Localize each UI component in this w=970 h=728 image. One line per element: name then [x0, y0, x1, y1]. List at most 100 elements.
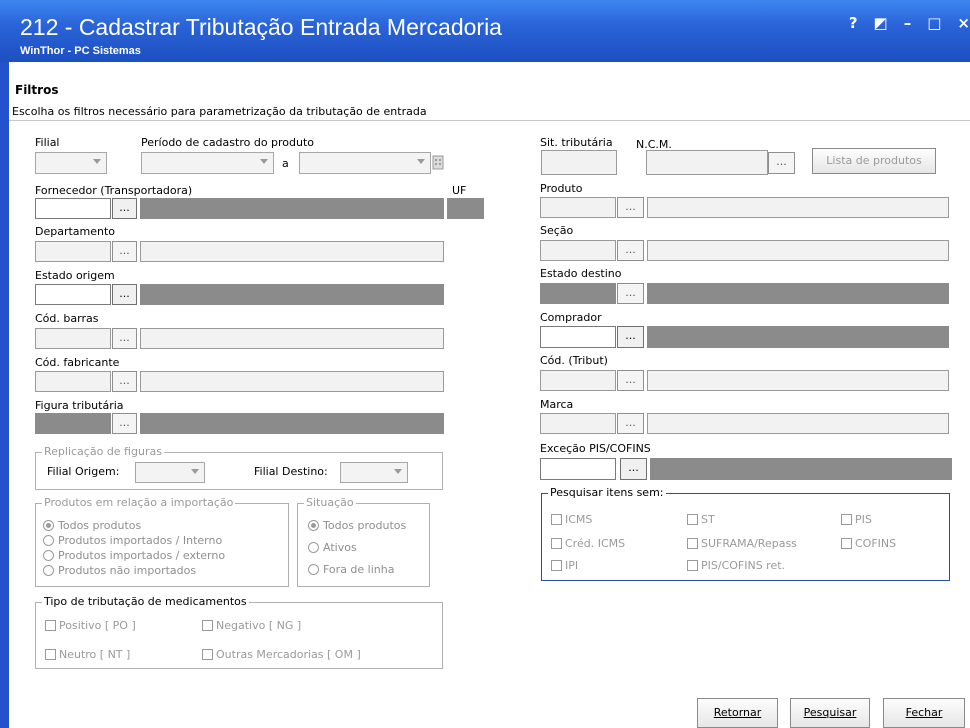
main-content: Filtros Escolha os filtros necessário pa…	[9, 62, 970, 728]
checkbox-icms[interactable]: ICMS	[551, 513, 592, 526]
checkbox-icon	[45, 620, 56, 631]
produto-code-input[interactable]	[540, 197, 616, 218]
cod-fabricante-label: Cód. fabricante	[35, 356, 120, 369]
periodo-start-select[interactable]	[141, 152, 274, 174]
marca-lookup-button[interactable]: ...	[617, 413, 644, 434]
checkbox-label: Neutro [ NT ]	[59, 648, 131, 661]
cod-tribut-lookup-button[interactable]: ...	[617, 370, 644, 391]
radio-label: Produtos importados / Interno	[58, 534, 223, 547]
excecao-code-input[interactable]	[540, 458, 616, 480]
estado-origem-lookup-button[interactable]: ...	[112, 284, 137, 305]
comprador-label: Comprador	[540, 311, 602, 324]
departamento-code-input[interactable]	[35, 241, 111, 262]
retornar-button[interactable]: Retornar	[697, 698, 778, 728]
excecao-name-field	[650, 458, 952, 480]
radio-selected-icon	[43, 520, 54, 531]
radio-todos-produtos-importacao[interactable]: Todos produtos	[43, 519, 141, 532]
periodo-end-select[interactable]	[299, 152, 431, 174]
fornecedor-code-input[interactable]	[35, 198, 111, 219]
ncm-input[interactable]	[646, 150, 768, 175]
section-title: Filtros	[15, 83, 59, 97]
estado-origem-name-field	[140, 284, 444, 305]
window-subtitle: WinThor - PC Sistemas	[20, 45, 141, 57]
checkbox-icon	[687, 514, 698, 525]
radio-situacao-fora-linha[interactable]: Fora de linha	[308, 563, 394, 576]
cod-tribut-label: Cód. (Tribut)	[540, 354, 608, 367]
checkbox-st[interactable]: ST	[687, 513, 715, 526]
excecao-lookup-button[interactable]: ...	[620, 458, 647, 480]
replicacao-title: Replicação de figuras	[42, 445, 164, 458]
pesquisar-button[interactable]: Pesquisar	[790, 698, 870, 728]
chevron-down-icon	[394, 469, 402, 474]
fechar-button[interactable]: Fechar	[883, 698, 965, 728]
radio-situacao-todos[interactable]: Todos produtos	[308, 519, 406, 532]
checkbox-icon	[202, 649, 213, 660]
figura-label: Figura tributária	[35, 399, 124, 412]
radio-label: Ativos	[323, 541, 357, 554]
maximize-icon[interactable]: □	[927, 14, 941, 32]
secao-lookup-button[interactable]: ...	[617, 240, 644, 261]
lista-produtos-button[interactable]: Lista de produtos	[812, 148, 936, 174]
filial-select[interactable]	[35, 152, 107, 174]
uf-field	[447, 198, 484, 219]
produtos-importacao-group: Produtos em relação a importação Todos p…	[35, 496, 289, 587]
cod-fabricante-input[interactable]	[35, 371, 111, 392]
comprador-lookup-button[interactable]: ...	[617, 326, 644, 348]
checkbox-pis-cofins-ret[interactable]: PIS/COFINS ret.	[687, 559, 785, 572]
restore-icon[interactable]: ◩	[874, 14, 888, 32]
cod-barras-input[interactable]	[35, 328, 111, 349]
checkbox-icon	[45, 649, 56, 660]
help-icon[interactable]: ?	[849, 14, 858, 32]
comprador-code-input[interactable]	[540, 326, 616, 348]
checkbox-neutro[interactable]: Neutro [ NT ]	[45, 648, 130, 661]
produto-lookup-button[interactable]: ...	[617, 197, 644, 218]
checkbox-label: Outras Mercadorias [ OM ]	[216, 648, 361, 661]
calendar-icon[interactable]	[432, 153, 444, 171]
secao-code-input[interactable]	[540, 240, 616, 261]
checkbox-ipi[interactable]: IPI	[551, 559, 578, 572]
cod-fabricante-lookup-button[interactable]: ...	[112, 371, 137, 392]
chevron-down-icon	[417, 159, 425, 164]
cod-tribut-input[interactable]	[540, 370, 616, 391]
radio-label: Fora de linha	[323, 563, 395, 576]
checkbox-pis[interactable]: PIS	[841, 513, 872, 526]
departamento-lookup-button[interactable]: ...	[112, 241, 137, 262]
estado-destino-name-field	[647, 283, 949, 304]
estado-destino-lookup-button[interactable]: ...	[617, 283, 644, 304]
close-icon[interactable]: ×	[957, 14, 970, 32]
fornecedor-label: Fornecedor (Transportadora)	[35, 184, 193, 197]
checkbox-outras-mercadorias[interactable]: Outras Mercadorias [ OM ]	[202, 648, 361, 661]
minimize-icon[interactable]: –	[904, 14, 912, 32]
ncm-lookup-button[interactable]: ...	[768, 152, 795, 174]
filial-destino-select[interactable]	[340, 462, 408, 483]
checkbox-cred-icms[interactable]: Créd. ICMS	[551, 537, 625, 550]
radio-situacao-ativos[interactable]: Ativos	[308, 541, 357, 554]
checkbox-positivo[interactable]: Positivo [ PO ]	[45, 619, 136, 632]
checkbox-icon	[687, 560, 698, 571]
uf-label: UF	[452, 184, 467, 197]
checkbox-suframa[interactable]: SUFRAMA/Repass	[687, 537, 797, 550]
checkbox-icon	[841, 514, 852, 525]
checkbox-icon	[687, 538, 698, 549]
cod-barras-lookup-button[interactable]: ...	[112, 328, 137, 349]
checkbox-cofins[interactable]: COFINS	[841, 537, 896, 550]
fornecedor-lookup-button[interactable]: ...	[112, 198, 137, 219]
estado-origem-input[interactable]	[35, 284, 111, 305]
checkbox-icon	[202, 620, 213, 631]
marca-desc-field	[647, 413, 949, 434]
marca-code-input[interactable]	[540, 413, 616, 434]
radio-icon	[43, 550, 54, 561]
figura-lookup-button[interactable]: ...	[112, 413, 137, 434]
checkbox-label: IPI	[565, 559, 579, 572]
radio-icon	[43, 565, 54, 576]
radio-importados-interno[interactable]: Produtos importados / Interno	[43, 534, 222, 547]
sit-tributaria-input[interactable]	[541, 150, 617, 175]
checkbox-negativo[interactable]: Negativo [ NG ]	[202, 619, 301, 632]
medicamentos-group: Tipo de tributação de medicamentos Posit…	[35, 595, 443, 669]
radio-nao-importados[interactable]: Produtos não importados	[43, 564, 196, 577]
filial-origem-select[interactable]	[135, 462, 205, 483]
checkbox-icon	[551, 538, 562, 549]
window-title: 212 - Cadastrar Tributação Entrada Merca…	[20, 14, 502, 40]
figura-code-field	[35, 413, 111, 434]
radio-importados-externo[interactable]: Produtos importados / externo	[43, 549, 225, 562]
